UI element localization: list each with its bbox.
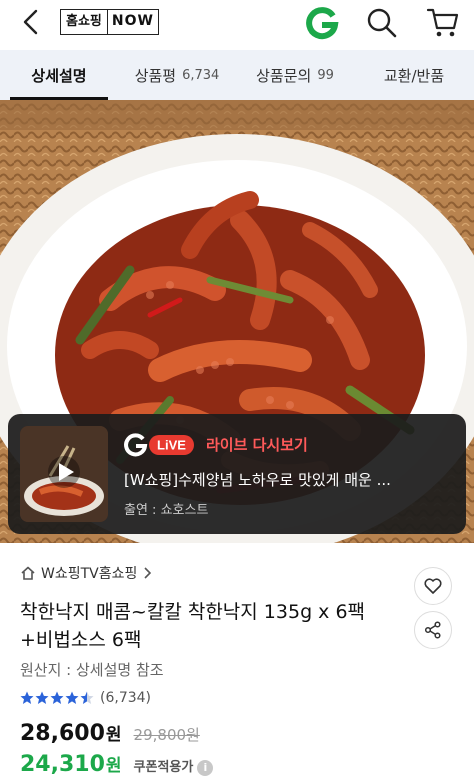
tab-inquiries[interactable]: 상품문의 99	[236, 50, 354, 100]
coupon-price-row: 24,310 원 쿠폰적용가 i	[20, 751, 214, 777]
wishlist-button[interactable]	[414, 567, 452, 605]
info-icon[interactable]: i	[197, 760, 214, 776]
tab-label: 교환/반품	[383, 66, 445, 85]
app-header: 홈쇼핑 NOW	[0, 0, 474, 46]
sale-price-unit: 원	[105, 725, 122, 745]
logo-part1: 홈쇼핑	[61, 10, 108, 34]
half-star-icon	[80, 691, 94, 704]
logo-part2: NOW	[111, 13, 154, 29]
detail-tabs: 상세설명 상품평 6,734 상품문의 99 교환/반품	[0, 50, 474, 100]
tab-count: 6,734	[182, 67, 220, 83]
home-icon	[21, 566, 35, 580]
live-title[interactable]: [W쇼핑]수제양념 노하우로 맛있게 매운 ...	[124, 469, 424, 490]
coupon-label: 쿠폰적용가	[133, 760, 194, 775]
g-logo-button[interactable]	[305, 6, 339, 40]
share-button[interactable]	[414, 611, 452, 649]
coupon-price: 24,310	[20, 752, 105, 777]
g-live-logo: LiVE	[124, 432, 196, 458]
tab-description[interactable]: 상세설명	[0, 50, 118, 100]
cart-icon	[426, 8, 459, 37]
sale-price: 28,600	[20, 721, 105, 746]
seller-name: W쇼핑TV홈쇼핑	[41, 566, 138, 582]
tab-label: 상품평	[134, 66, 177, 85]
share-icon	[424, 621, 441, 639]
star-icon	[35, 691, 49, 704]
tab-label: 상품문의	[256, 66, 312, 85]
g-logo-icon	[306, 7, 339, 40]
live-video-thumbnail[interactable]	[20, 426, 108, 522]
cart-button[interactable]	[425, 5, 461, 41]
original-price: 29,800원	[133, 726, 200, 744]
live-replay-label: 라이브 다시보기	[206, 436, 308, 454]
seller-link[interactable]: W쇼핑TV홈쇼핑	[20, 563, 152, 583]
search-button[interactable]	[365, 6, 399, 40]
back-button[interactable]	[18, 6, 44, 38]
rating-summary[interactable]: (6,734)	[20, 690, 151, 706]
price-row: 28,600 원 29,800원	[20, 720, 200, 746]
tab-count: 99	[317, 67, 334, 83]
product-title: 착한낙지 매콤~칼칼 착한낙지 135g x 6팩+비법소스 6팩	[20, 601, 366, 651]
star-icon	[65, 691, 79, 704]
svg-text:LiVE: LiVE	[157, 438, 186, 453]
chevron-left-icon	[23, 9, 38, 35]
origin-info: 원산지 : 상세설명 참조	[20, 661, 164, 679]
heart-icon	[424, 578, 442, 594]
star-icon	[20, 691, 34, 704]
coupon-price-unit: 원	[105, 756, 122, 776]
homeshopping-now-logo[interactable]: 홈쇼핑 NOW	[60, 9, 159, 35]
star-icon	[50, 691, 64, 704]
search-icon	[367, 8, 397, 38]
chevron-right-icon	[144, 567, 152, 579]
live-replay-card[interactable]: LiVE 라이브 다시보기 [W쇼핑]수제양념 노하우로 맛있게 매운 ... …	[8, 414, 466, 534]
rating-stars	[20, 691, 94, 704]
tab-exchange-return[interactable]: 교환/반품	[354, 50, 474, 100]
tab-reviews[interactable]: 상품평 6,734	[118, 50, 236, 100]
live-host: 출연 : 쇼호스트	[124, 503, 209, 518]
tab-label: 상세설명	[31, 66, 87, 85]
review-count: (6,734)	[100, 690, 152, 706]
